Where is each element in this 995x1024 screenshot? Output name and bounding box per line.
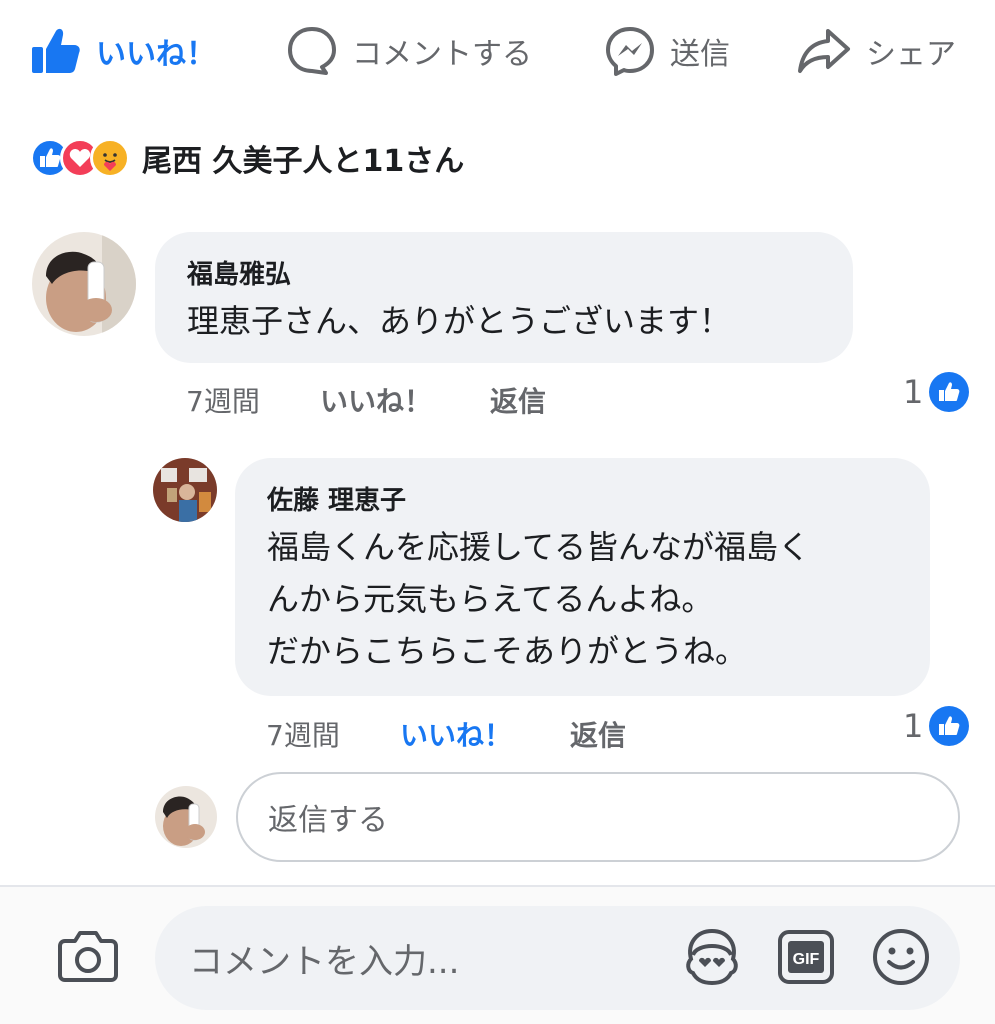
like-count-icon [929, 372, 970, 412]
like-count-value: 1 [903, 373, 924, 411]
avatar-fukushima[interactable] [32, 232, 136, 336]
share-arrow-icon [796, 25, 852, 77]
reactions-summary-text: 尾西 久美子人と11さん [142, 144, 465, 179]
reply-reply-button[interactable]: 返信 [570, 714, 626, 754]
reply-text: 福島くんを応援してる皆んなが福島く んから元気もらえてるんよね。 だからこちらこ… [267, 528, 811, 670]
messenger-icon [604, 25, 656, 77]
reply-bubble[interactable]: 佐藤 理恵子 福島くんを応援してる皆んなが福島く んから元気もらえてるんよね。 … [235, 458, 930, 696]
comment-like-button[interactable]: いいね！ [320, 380, 432, 420]
comment-timestamp[interactable]: 7週間 [186, 380, 260, 420]
comment-placeholder: コメントを入力... [189, 941, 460, 982]
avatar-sticker-icon[interactable] [680, 924, 744, 988]
care-reaction-icon [90, 138, 130, 178]
comment-like-count[interactable]: 1 [903, 372, 970, 412]
comment-button[interactable]: コメントする [286, 22, 532, 80]
comment-icon [286, 25, 338, 77]
thumbs-up-icon [30, 25, 82, 77]
comment-text: 理恵子さん、ありがとうございます！ [187, 302, 732, 340]
like-button[interactable]: いいね！ [30, 22, 216, 80]
comment-author[interactable]: 福島雅弘 [187, 254, 853, 291]
gif-label: GIF [793, 951, 820, 968]
comment-input[interactable]: コメントを入力... [155, 906, 960, 1010]
reactions-summary[interactable]: 尾西 久美子人と11さん [30, 130, 464, 186]
reply-author[interactable]: 佐藤 理恵子 [267, 480, 930, 517]
share-button[interactable]: シェア [796, 22, 956, 80]
reply-timestamp[interactable]: 7週間 [266, 714, 340, 754]
gif-icon[interactable]: GIF [776, 928, 836, 986]
comment-bubble[interactable]: 福島雅弘 理恵子さん、ありがとうございます！ [155, 232, 853, 363]
avatar-sato[interactable] [153, 458, 217, 522]
reply-placeholder: 返信する [268, 803, 388, 838]
like-label: いいね！ [96, 37, 216, 72]
comment-label: コメントする [352, 37, 532, 72]
send-button[interactable]: 送信 [604, 22, 730, 80]
send-label: 送信 [670, 37, 730, 72]
emoji-icon[interactable] [870, 926, 932, 988]
comment-reply-button[interactable]: 返信 [490, 380, 546, 420]
viewer-avatar [155, 786, 217, 848]
like-count-icon [929, 706, 970, 746]
camera-icon[interactable] [56, 928, 120, 984]
reply-like-count[interactable]: 1 [903, 706, 970, 746]
like-count-value: 1 [903, 707, 924, 745]
share-label: シェア [866, 37, 956, 72]
reply-like-button[interactable]: いいね！ [400, 714, 512, 754]
reply-input[interactable]: 返信する [236, 772, 960, 862]
